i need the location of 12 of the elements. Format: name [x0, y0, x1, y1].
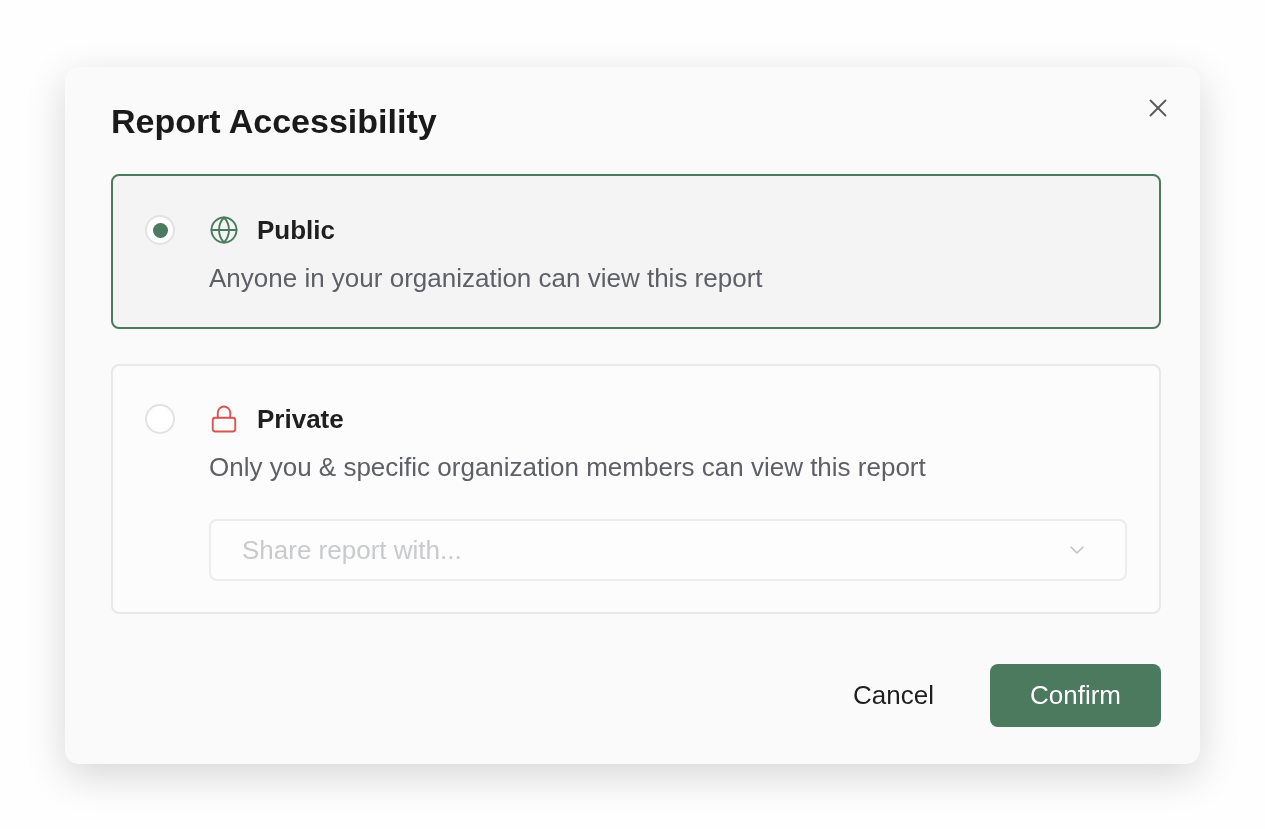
globe-icon: [209, 215, 239, 245]
cancel-button[interactable]: Cancel: [829, 664, 958, 727]
access-option-card[interactable]: Public Anyone in your organization can view this report: [111, 174, 1161, 329]
option-description: Only you & specific organization members can view this report: [209, 451, 927, 484]
confirm-button[interactable]: Confirm: [990, 664, 1161, 727]
option-description: Anyone in your organization can view this report: [209, 262, 764, 295]
dialog-title: Report Accessibility: [111, 101, 437, 141]
option-label: Private: [257, 403, 344, 436]
lock-icon: [209, 404, 239, 434]
radio-button[interactable]: [145, 215, 175, 245]
option-label: Public: [257, 214, 335, 247]
radio-button[interactable]: [145, 404, 175, 434]
